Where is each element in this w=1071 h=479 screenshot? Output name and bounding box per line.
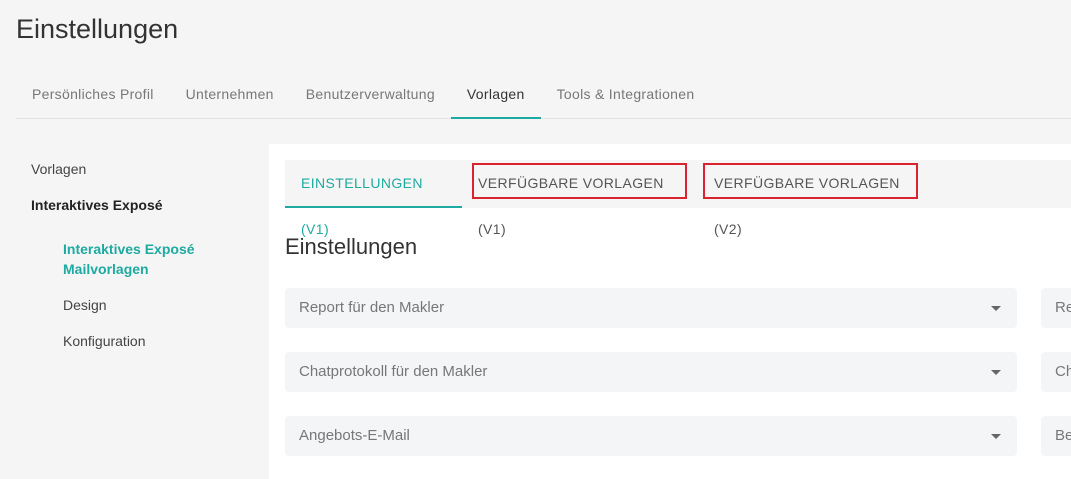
select-right-3[interactable]: Be (1041, 416, 1071, 456)
select-value: Chatprotokoll für den Makler (299, 363, 488, 380)
sidebar-item-design[interactable]: Design (63, 297, 107, 313)
tab-persoenliches-profil[interactable]: Persönliches Profil (16, 73, 170, 119)
select-value: Report für den Makler (299, 299, 445, 316)
tab-tools-integrationen[interactable]: Tools & Integrationen (541, 73, 711, 119)
subtab-einstellungen-v1[interactable]: EINSTELLUNGEN (V1) (285, 160, 462, 237)
select-value: Angebots-E-Mail (299, 427, 410, 444)
main-tab-bar: Persönliches Profil Unternehmen Benutzer… (16, 73, 1071, 119)
section-title: Einstellungen (285, 234, 418, 259)
sidebar-item-expose-mailvorlagen[interactable]: Interaktives Exposé Mailvorlagen (63, 239, 243, 279)
tab-benutzerverwaltung[interactable]: Benutzerverwaltung (290, 73, 451, 119)
subtab-label: VERFÜGBARE VORLAGEN (V1) (478, 175, 664, 237)
sub-tab-bar: EINSTELLUNGEN (V1) VERFÜGBARE VORLAGEN (… (285, 160, 1071, 237)
tab-vorlagen[interactable]: Vorlagen (450, 73, 541, 119)
caret-down-icon (991, 306, 1001, 311)
sidebar-item-konfiguration[interactable]: Konfiguration (63, 333, 146, 349)
tab-unternehmen[interactable]: Unternehmen (170, 73, 290, 119)
select-right-2[interactable]: Ch (1041, 352, 1071, 392)
select-chatprotokoll-makler[interactable]: Chatprotokoll für den Makler (285, 352, 1017, 392)
select-angebots-email[interactable]: Angebots-E-Mail (285, 416, 1017, 456)
caret-down-icon (991, 370, 1001, 375)
sidebar-item-vorlagen[interactable]: Vorlagen (31, 161, 86, 177)
subtab-verfuegbare-vorlagen-v2[interactable]: VERFÜGBARE VORLAGEN (V2) (698, 160, 928, 237)
select-value: Ch (1055, 363, 1071, 380)
caret-down-icon (991, 434, 1001, 439)
page-title: Einstellungen (16, 14, 179, 44)
subtab-verfuegbare-vorlagen-v1[interactable]: VERFÜGBARE VORLAGEN (V1) (462, 160, 698, 237)
sidebar-item-interaktives-expose[interactable]: Interaktives Exposé (31, 197, 163, 213)
select-value: Re (1055, 299, 1071, 316)
select-report-makler[interactable]: Report für den Makler (285, 288, 1017, 328)
select-value: Be (1055, 427, 1071, 444)
content-panel: EINSTELLUNGEN (V1) VERFÜGBARE VORLAGEN (… (269, 144, 1071, 479)
select-right-1[interactable]: Re (1041, 288, 1071, 328)
subtab-label: VERFÜGBARE VORLAGEN (V2) (714, 175, 900, 237)
